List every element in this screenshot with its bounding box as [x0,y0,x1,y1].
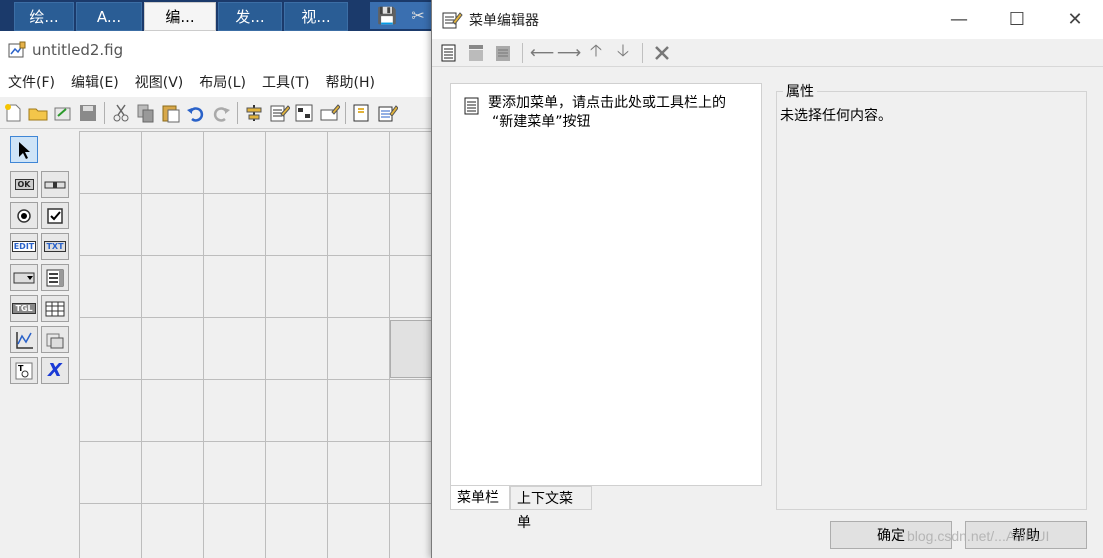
canvas-component[interactable] [390,320,432,378]
static-text-icon[interactable]: TXT [41,233,69,260]
new-menu-item-icon[interactable] [464,41,488,65]
dialog-toolbar: ⟵ ⟶ 🡡 🡣 [432,39,1103,67]
align-icon[interactable] [243,102,265,124]
axes-icon[interactable] [10,326,38,353]
dialog-title-bar: 菜单编辑器 — ☐ ✕ [432,0,1103,39]
new-context-menu-icon[interactable] [491,41,515,65]
taskbar-tab-edit[interactable]: 编... [144,2,216,31]
move-down-icon[interactable]: 🡣 [611,41,635,65]
undo-icon[interactable] [185,102,207,124]
hint-line-1: 要添加菜单，请点击此处或工具栏上的 [488,95,726,111]
menu-editor-icon[interactable] [268,102,291,124]
export-icon[interactable] [52,102,74,124]
move-left-icon[interactable]: ⟵ [530,41,554,65]
add-menu-hint[interactable]: 要添加菜单，请点击此处或工具栏上的 “新建菜单”按钮 [463,94,758,132]
menu-editor-icon [441,9,463,31]
cut-icon[interactable]: ✂ [411,6,424,25]
taskbar-tab-view[interactable]: 视... [284,2,348,31]
menu-file[interactable]: 文件(F) [0,69,63,97]
ok-button[interactable]: 确定 [830,521,952,549]
menu-edit[interactable]: 编辑(E) [63,69,127,97]
tab-order-icon[interactable] [293,102,315,124]
popup-menu-icon[interactable] [10,264,38,291]
panel-icon[interactable] [41,326,69,353]
save-icon[interactable] [77,102,99,124]
redo-icon[interactable] [210,102,232,124]
menu-layout[interactable]: 布局(L) [191,69,254,97]
copy-icon[interactable] [135,102,157,124]
properties-legend: 属性 [783,83,817,101]
tab-context-menu[interactable]: 上下文菜单 [510,486,592,531]
guide-menubar: 文件(F) 编辑(E) 视图(V) 布局(L) 工具(T) 帮助(H) [0,69,432,97]
toolbar-editor-icon[interactable] [318,102,341,124]
menu-tools[interactable]: 工具(T) [254,69,317,97]
guide-title-bar: untitled2.fig [0,31,432,69]
tab-menubar[interactable]: 菜单栏 [450,486,510,510]
new-file-icon[interactable] [2,102,24,124]
move-up-icon[interactable]: 🡡 [584,41,608,65]
menu-editor-dialog: 菜单编辑器 — ☐ ✕ ⟵ ⟶ 🡡 🡣 要添加菜单，请点击此处或工具栏上的 “新… [431,0,1103,558]
properties-empty-text: 未选择任何内容。 [780,108,892,124]
open-folder-icon[interactable] [27,102,49,124]
minimize-button[interactable]: — [930,0,988,39]
toggle-button-icon[interactable]: TGL [10,295,38,322]
component-palette: OK EDIT TXT TGL T X [0,130,78,558]
maximize-button[interactable]: ☐ [988,0,1046,39]
edit-text-icon[interactable]: EDIT [10,233,38,260]
menu-tree-panel[interactable]: 要添加菜单，请点击此处或工具栏上的 “新建菜单”按钮 [450,83,762,486]
editor-icon[interactable] [351,102,373,124]
new-menu-icon[interactable] [437,41,461,65]
close-button[interactable]: ✕ [1046,0,1103,39]
table-icon[interactable] [41,295,69,322]
menu-document-icon [463,96,481,116]
button-group-icon[interactable]: T [10,357,38,384]
checkbox-icon[interactable] [41,202,69,229]
help-button[interactable]: 帮助 [965,521,1087,549]
select-tool-icon[interactable] [10,136,38,163]
push-button-icon[interactable]: OK [10,171,38,198]
cut-icon[interactable] [110,102,132,124]
properties-panel [776,91,1087,510]
paste-icon[interactable] [160,102,182,124]
hint-text: 要添加菜单，请点击此处或工具栏上的 “新建菜单”按钮 [488,94,758,132]
dialog-title: 菜单编辑器 [469,12,539,29]
taskbar-tab-a[interactable]: A... [76,2,142,31]
layout-canvas[interactable] [79,131,432,558]
delete-icon[interactable] [650,41,674,65]
radio-button-icon[interactable] [10,202,38,229]
toolbar-separator [237,101,238,124]
listbox-icon[interactable] [41,264,69,291]
activex-control-icon[interactable]: X [41,357,69,384]
toolbar-separator [345,101,346,124]
property-inspector-icon[interactable] [376,102,399,124]
toolbar-separator [522,42,523,63]
quick-access-toolbar: 💾 ✂ [370,2,432,29]
guide-toolbar [0,97,432,129]
guide-title: untitled2.fig [32,41,124,59]
slider-icon[interactable] [41,171,69,198]
toolbar-separator [642,42,643,63]
move-right-icon[interactable]: ⟶ [557,41,581,65]
menu-view[interactable]: 视图(V) [127,69,192,97]
save-icon[interactable]: 💾 [377,6,397,25]
taskbar-tab-publish[interactable]: 发... [218,2,282,31]
menu-help[interactable]: 帮助(H) [318,69,383,97]
figure-icon [8,41,26,59]
hint-line-2: “新建菜单”按钮 [492,114,591,130]
toolbar-separator [104,101,105,124]
taskbar-tab-draw[interactable]: 绘... [14,2,74,31]
